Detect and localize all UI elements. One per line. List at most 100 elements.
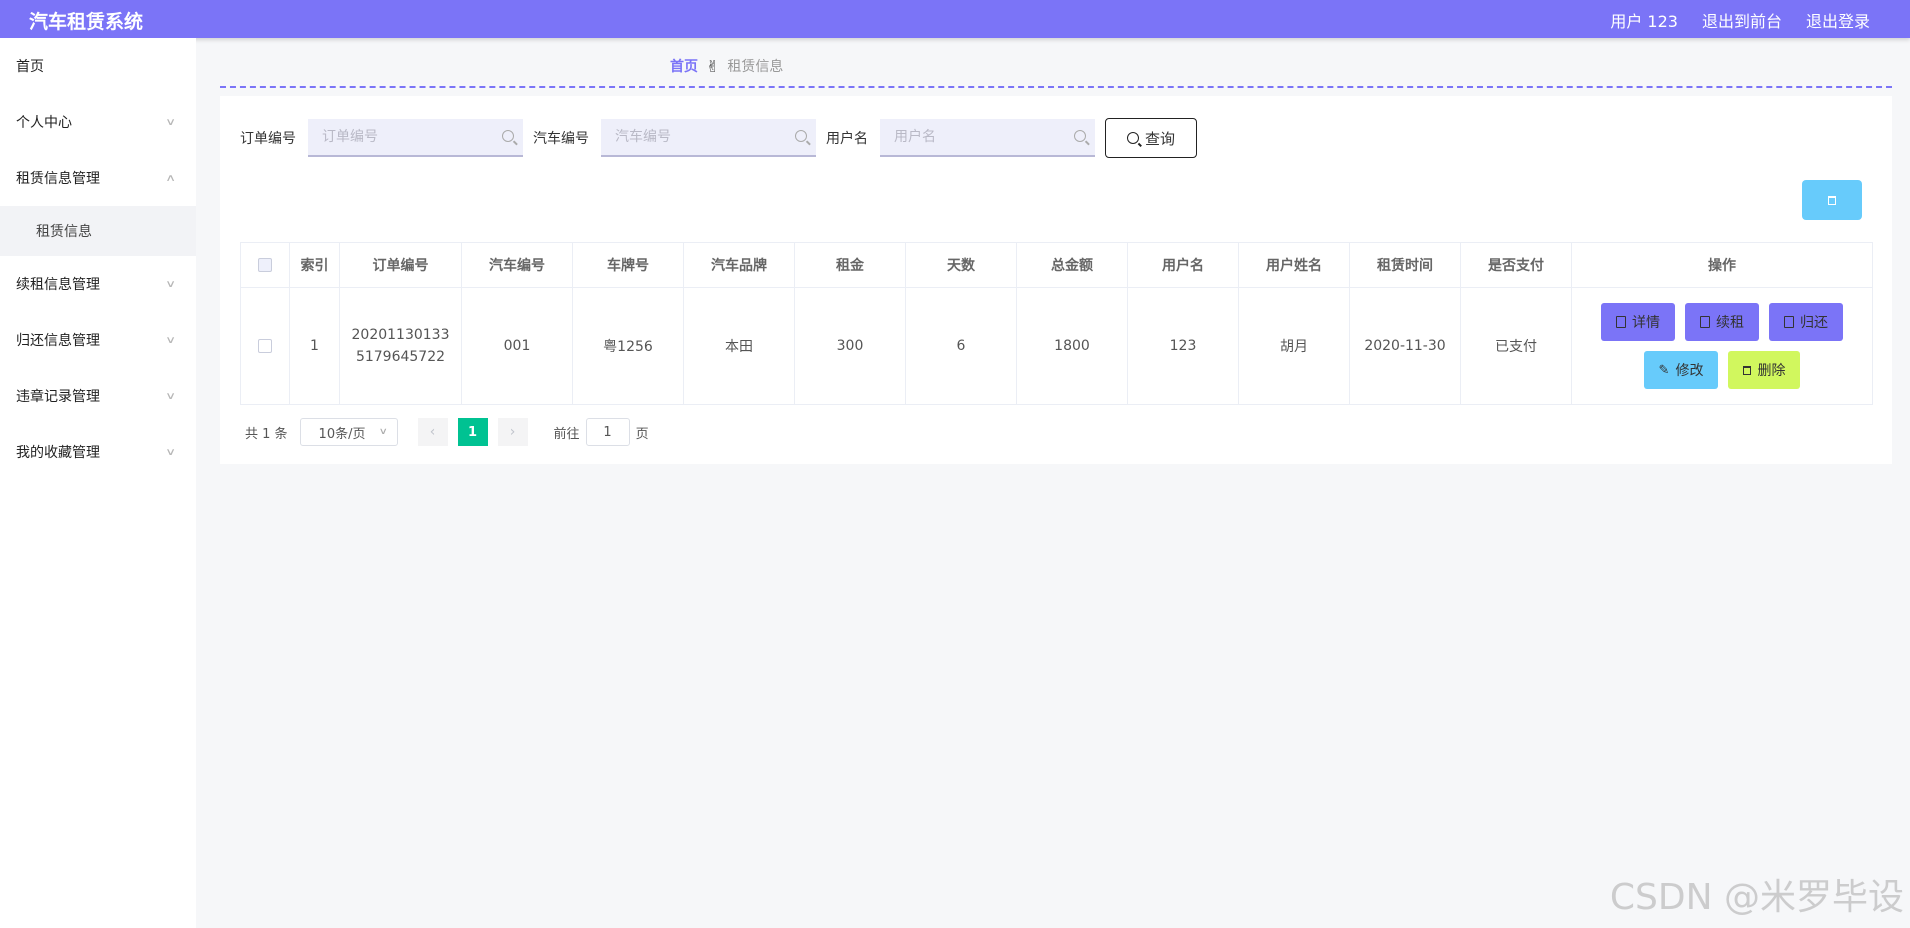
sidebar-item-return-management[interactable]: 归还信息管理 ∨ (0, 312, 196, 368)
cell-brand: 本田 (683, 287, 795, 405)
sidebar-item-personal-center[interactable]: 个人中心 ∨ (0, 94, 196, 150)
logout-link[interactable]: 退出登录 (1806, 8, 1870, 32)
next-page-button[interactable]: › (497, 418, 528, 446)
cell-index: 1 (289, 287, 340, 405)
document-icon (1700, 316, 1710, 328)
column-header[interactable]: 车牌号 (572, 242, 684, 288)
page-size-value: 10条/页 (318, 426, 366, 442)
rental-table: 索引 订单编号 汽车编号 车牌号 汽车品牌 租金 天数 总金额 用户名 用户姓名… (240, 242, 1873, 405)
breadcrumb: 首页 ✌ 租赁信息 (670, 56, 783, 76)
breadcrumb-current: 租赁信息 (727, 59, 784, 75)
username-field (880, 119, 1095, 157)
content-card: 订单编号 汽车编号 用户名 查询 (220, 96, 1892, 464)
column-header[interactable]: 汽车品牌 (683, 242, 795, 288)
page-size-select[interactable]: 10条/页 ∨ (299, 418, 398, 446)
sidebar-item-favorites-management[interactable]: 我的收藏管理 ∨ (0, 424, 196, 480)
page-number[interactable]: 1 (457, 418, 488, 446)
cell-rent: 300 (794, 287, 906, 405)
column-header[interactable]: 用户姓名 (1238, 242, 1350, 288)
sidebar-item-violation-management[interactable]: 违章记录管理 ∨ (0, 368, 196, 424)
column-header[interactable]: 汽车编号 (461, 242, 573, 288)
chevron-down-icon: ∨ (164, 278, 176, 290)
goto-suffix: 页 (635, 426, 649, 442)
back-to-frontend-link[interactable]: 退出到前台 (1702, 8, 1782, 32)
car-no-field (601, 119, 816, 157)
sidebar-item-label: 续租信息管理 (16, 277, 100, 293)
sidebar-subitem-rental-info[interactable]: 租赁信息 (0, 206, 196, 256)
search-icon (502, 130, 514, 142)
cell-plate: 粤1256 (572, 287, 684, 405)
column-header[interactable]: 是否支付 (1460, 242, 1572, 288)
cell-username: 123 (1127, 287, 1239, 405)
breadcrumb-home[interactable]: 首页 (670, 56, 698, 76)
delete-button[interactable]: 删除 (1728, 351, 1801, 389)
select-all-checkbox[interactable] (258, 258, 272, 272)
sidebar-item-renewal-management[interactable]: 续租信息管理 ∨ (0, 256, 196, 312)
chevron-down-icon: ∨ (164, 390, 176, 402)
cell-total: 1800 (1016, 287, 1128, 405)
row-checkbox[interactable] (258, 339, 272, 353)
top-links: 用户 123 退出到前台 退出登录 (1610, 8, 1870, 32)
chevron-down-icon: ∨ (164, 446, 176, 458)
order-no-input[interactable] (308, 119, 523, 155)
car-no-input[interactable] (601, 119, 816, 155)
goto-page-input[interactable] (585, 418, 630, 446)
chevron-right-icon: › (509, 424, 516, 440)
sidebar-item-rental-management[interactable]: 租赁信息管理 ∧ (0, 150, 196, 206)
prev-page-button[interactable]: ‹ (417, 418, 448, 446)
order-no-field (308, 119, 523, 157)
query-button[interactable]: 查询 (1105, 118, 1197, 158)
sidebar-item-label: 我的收藏管理 (16, 445, 100, 461)
column-header[interactable]: 总金额 (1016, 242, 1128, 288)
renew-button-label: 续租 (1716, 315, 1744, 331)
column-header[interactable]: 订单编号 (339, 242, 462, 288)
cell-name: 胡月 (1238, 287, 1350, 405)
table-header-row: 索引 订单编号 汽车编号 车牌号 汽车品牌 租金 天数 总金额 用户名 用户姓名… (240, 242, 1873, 288)
sidebar-item-home[interactable]: 首页 (0, 38, 196, 94)
order-no-text: 202011301335179645722 (351, 327, 450, 365)
column-header: 操作 (1571, 242, 1873, 288)
sidebar-item-label: 归还信息管理 (16, 333, 100, 349)
cell-order-no: 202011301335179645722 (339, 287, 462, 405)
user-link[interactable]: 用户 123 (1610, 8, 1678, 32)
column-header[interactable]: 索引 (289, 242, 340, 288)
query-button-label: 查询 (1144, 129, 1175, 148)
cell-days: 6 (905, 287, 1017, 405)
top-bar: 汽车租赁系统 用户 123 退出到前台 退出登录 (0, 0, 1910, 38)
select-all-cell (240, 242, 290, 288)
chevron-up-icon: ∧ (164, 172, 176, 184)
order-no-label: 订单编号 (240, 131, 296, 147)
renew-button[interactable]: 续租 (1685, 303, 1759, 341)
car-no-label: 汽车编号 (533, 131, 589, 147)
table-row: 1 202011301335179645722 001 粤1256 本田 300… (240, 287, 1873, 405)
pencil-icon: ✎ (1658, 362, 1670, 378)
column-header[interactable]: 用户名 (1127, 242, 1239, 288)
app-title: 汽车租赁系统 (29, 11, 144, 33)
column-header[interactable]: 天数 (905, 242, 1017, 288)
sidebar: 首页 个人中心 ∨ 租赁信息管理 ∧ 租赁信息 续租信息管理 ∨ 归还信息管理 … (0, 38, 196, 928)
delete-button-label: 删除 (1757, 363, 1786, 379)
document-icon (1784, 316, 1794, 328)
sidebar-item-label: 个人中心 (16, 115, 72, 131)
sidebar-subitem-label: 租赁信息 (36, 224, 92, 240)
column-header[interactable]: 租金 (794, 242, 906, 288)
return-button[interactable]: 归还 (1769, 303, 1843, 341)
trash-icon (1828, 195, 1836, 205)
sidebar-item-label: 首页 (16, 59, 44, 75)
edit-button[interactable]: ✎ 修改 (1643, 351, 1719, 389)
chevron-down-icon: ∨ (164, 334, 176, 346)
row-actions: 详情 续租 归还 ✎ 修改 删除 (1572, 303, 1872, 389)
total-count: 共 1 条 (245, 426, 288, 442)
username-label: 用户名 (826, 131, 868, 147)
column-header[interactable]: 租赁时间 (1349, 242, 1461, 288)
search-icon (795, 130, 807, 142)
watermark: CSDN @米罗毕设 (1609, 877, 1904, 918)
username-input[interactable] (880, 119, 1095, 155)
row-select-cell (240, 287, 290, 405)
cell-paid: 已支付 (1460, 287, 1572, 405)
search-icon (1126, 132, 1139, 144)
victory-hand-icon: ✌ (706, 56, 720, 76)
bulk-delete-button[interactable] (1802, 180, 1862, 220)
detail-button[interactable]: 详情 (1601, 303, 1675, 341)
search-bar: 订单编号 汽车编号 用户名 查询 (240, 118, 1197, 158)
